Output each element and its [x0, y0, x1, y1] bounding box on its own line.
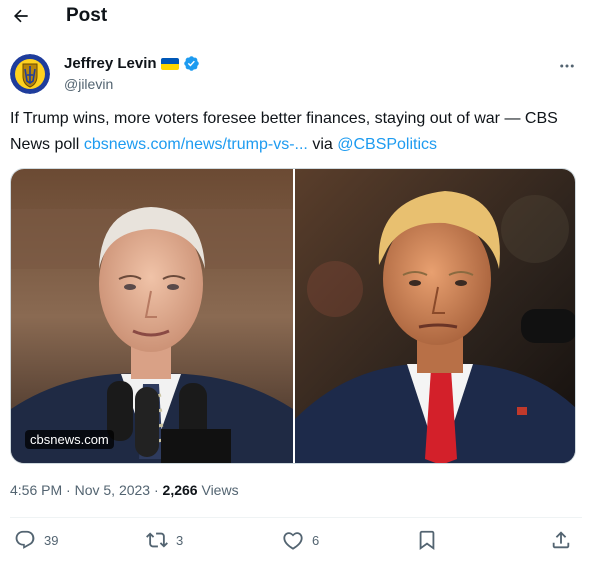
verified-badge-icon[interactable]: [183, 55, 200, 72]
article-link[interactable]: cbsnews.com/news/trump-vs-...: [84, 136, 308, 153]
author-name-text[interactable]: Jeffrey Levin: [64, 55, 157, 72]
mention-link[interactable]: @CBSPolitics: [337, 136, 437, 153]
post-time[interactable]: 4:56 PM: [10, 482, 62, 498]
action-bar: 39 3 6: [0, 527, 592, 557]
tweet-text: If Trump wins, more voters foresee bette…: [10, 106, 582, 158]
reply-count: 39: [44, 532, 59, 548]
heart-icon: [283, 532, 303, 550]
post-date[interactable]: Nov 5, 2023: [75, 482, 151, 498]
arrow-left-icon: [13, 9, 28, 23]
repost-count: 3: [176, 532, 184, 548]
share-icon: [552, 531, 570, 549]
page-title: Post: [66, 5, 108, 26]
more-horizontal-icon: [560, 64, 574, 68]
author-row: Jeffrey Levin @jilevin: [10, 54, 582, 98]
avatar[interactable]: [10, 54, 50, 94]
views-label: Views: [197, 482, 239, 498]
top-bar: Post: [0, 0, 592, 34]
tweet-via: via: [307, 136, 338, 153]
photo-trump[interactable]: [295, 169, 575, 463]
like-count: 6: [312, 532, 320, 548]
watermark-label: cbsnews.com: [25, 430, 114, 449]
views-count[interactable]: 2,266: [163, 482, 198, 498]
post-meta: 4:56 PM · Nov 5, 2023 · 2,266 Views: [10, 482, 239, 498]
media-container[interactable]: cbsnews.com: [10, 168, 576, 464]
meta-separator: ·: [62, 482, 75, 498]
bookmark-button[interactable]: [416, 529, 438, 551]
reply-icon: [15, 530, 35, 549]
author-name[interactable]: Jeffrey Levin: [64, 55, 200, 72]
repost-button[interactable]: 3: [146, 529, 183, 551]
bookmark-icon: [419, 530, 435, 551]
ukraine-flag-icon: [160, 57, 179, 70]
repost-icon: [146, 532, 168, 548]
back-button[interactable]: [8, 3, 34, 29]
more-options-button[interactable]: [552, 54, 582, 78]
share-button[interactable]: [550, 529, 572, 551]
author-handle[interactable]: @jilevin: [64, 76, 113, 92]
divider: [10, 517, 582, 518]
like-button[interactable]: 6: [282, 529, 319, 551]
photo-biden[interactable]: cbsnews.com: [11, 169, 293, 463]
reply-button[interactable]: 39: [14, 529, 58, 551]
meta-separator-2: ·: [150, 482, 163, 498]
